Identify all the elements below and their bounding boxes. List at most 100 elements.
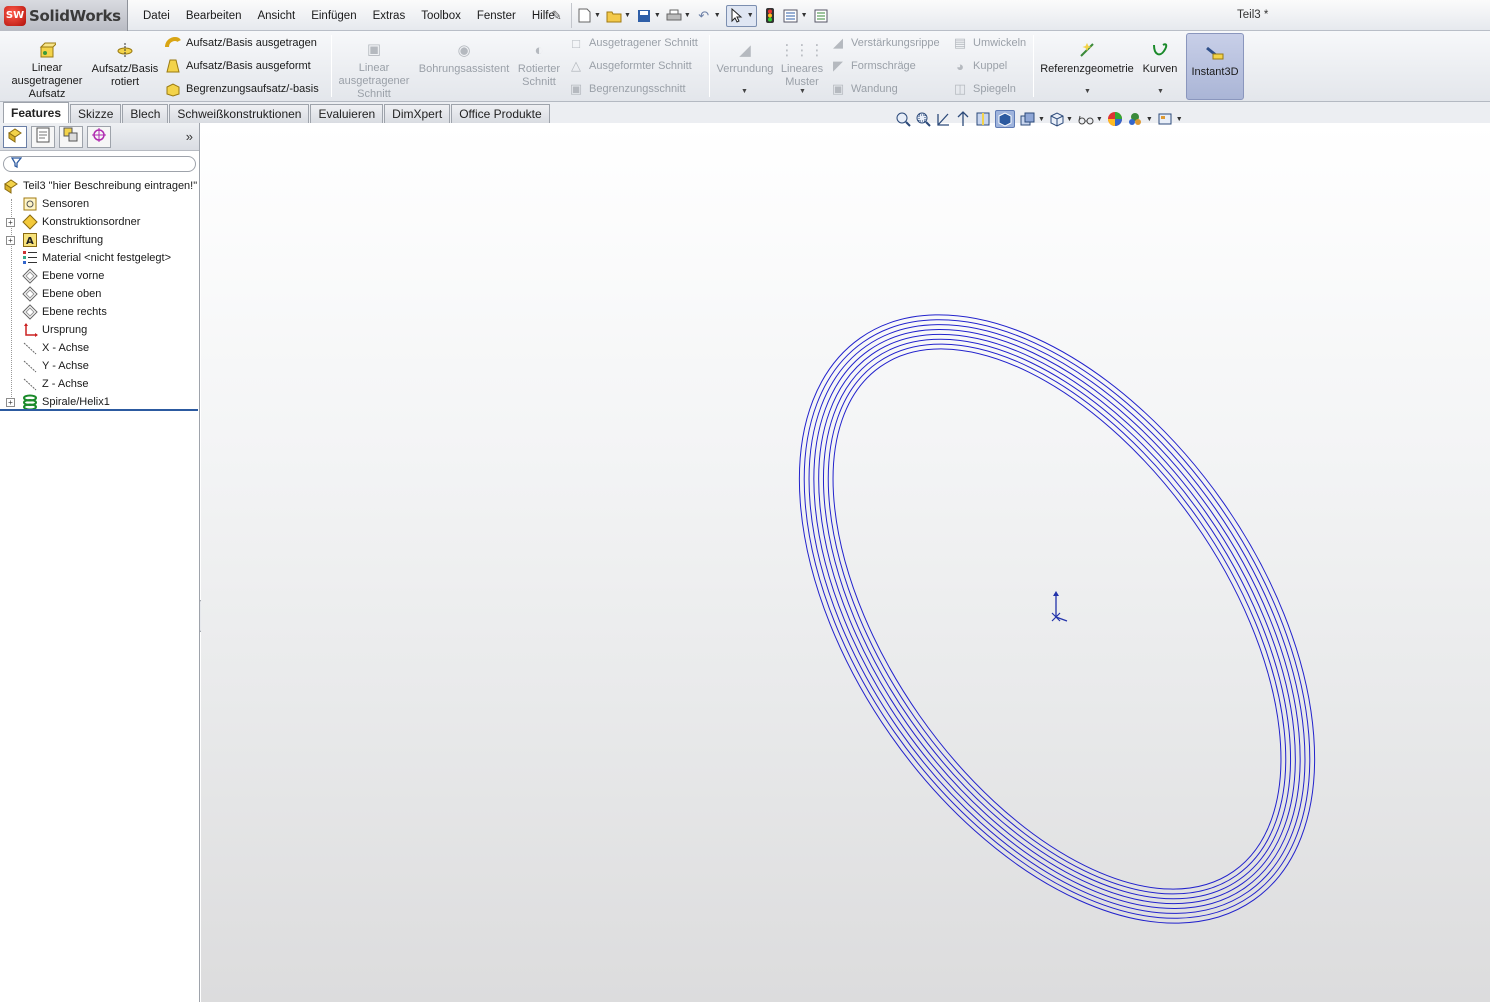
boundary-boss-button[interactable]: Begrenzungsaufsatz/-basis [165, 80, 319, 98]
reference-geometry-icon [1078, 39, 1096, 61]
rebuild-button[interactable] [762, 5, 778, 27]
solidworks-logo[interactable]: SW SolidWorks [0, 0, 128, 31]
helix-turn[interactable] [694, 222, 1420, 1002]
mirror-label: Spiegeln [973, 83, 1016, 95]
dome-button[interactable]: ◕ Kuppel [952, 57, 1007, 75]
menu-bearbeiten[interactable]: Bearbeiten [178, 10, 250, 22]
select-button[interactable]: ▼ [725, 4, 757, 27]
tree-item-y-achse[interactable]: Y - Achse [0, 357, 199, 375]
expand-panel-icon[interactable]: » [186, 129, 193, 144]
view-setup-icon[interactable]: ▼ [1157, 111, 1183, 127]
tab-schweisskonstruktionen[interactable]: Schweißkonstruktionen [169, 104, 310, 123]
open-button[interactable]: ▼ [606, 5, 631, 27]
wrap-button[interactable]: ▤ Umwickeln [952, 34, 1026, 52]
loft-cut-button[interactable]: △ Ausgeformter Schnitt [568, 57, 692, 75]
menu-einfuegen[interactable]: Einfügen [303, 10, 364, 22]
helix-turn[interactable] [715, 242, 1399, 995]
feature-manager-tab[interactable] [3, 125, 27, 148]
mirror-button[interactable]: ◫ Spiegeln [952, 80, 1016, 98]
origin-triad [1051, 591, 1068, 622]
section-view-icon[interactable] [955, 111, 971, 127]
options-button[interactable]: ▼ [783, 5, 808, 27]
extrude-cut-button[interactable]: ▣ Linear ausgetragener Schnitt [336, 31, 412, 101]
expand-plus-icon[interactable]: + [6, 217, 15, 227]
expand-plus-icon[interactable]: + [6, 235, 15, 245]
revolve-cut-button[interactable]: ◐ Rotierter Schnitt [514, 31, 564, 101]
extrude-boss-button[interactable]: Linear ausgetragener Aufsatz [6, 31, 88, 101]
tree-item-ebene-oben[interactable]: Ebene oben [0, 285, 199, 303]
tab-evaluieren[interactable]: Evaluieren [310, 104, 384, 123]
linear-pattern-icon: ⋮⋮⋮ [779, 41, 825, 59]
tab-features[interactable]: Features [3, 102, 70, 123]
display-style-icon[interactable]: ▼ [1019, 111, 1045, 127]
tree-root-part[interactable]: Teil3 "hier Beschreibung eintragen!" [0, 177, 199, 195]
instant3d-button[interactable]: Instant3D [1186, 33, 1244, 100]
sweep-boss-button[interactable]: Aufsatz/Basis ausgetragen [165, 34, 317, 52]
tab-blech[interactable]: Blech [122, 104, 169, 123]
hide-show-items-icon[interactable]: ▼ [1049, 111, 1073, 127]
wrap-label: Umwickeln [973, 37, 1027, 49]
origin-icon [22, 322, 38, 338]
revolve-boss-icon [116, 39, 134, 61]
tree-item-material[interactable]: Material <nicht festgelegt> [0, 249, 199, 267]
tab-skizze[interactable]: Skizze [70, 104, 122, 123]
tree-filter-field[interactable] [3, 156, 196, 172]
tree-item-beschriftung[interactable]: + A Beschriftung [0, 231, 199, 249]
property-manager-tab[interactable] [31, 125, 55, 148]
shell-button[interactable]: ▣ Wandung [830, 80, 898, 98]
tree-item-x-achse[interactable]: X - Achse [0, 339, 199, 357]
undo-button[interactable]: ↶ ▼ [696, 5, 720, 27]
menu-datei[interactable]: Datei [135, 10, 178, 22]
menu-extras[interactable]: Extras [365, 10, 414, 22]
new-document-button[interactable]: ▼ [576, 5, 601, 27]
sweep-cut-button[interactable]: □ Ausgetragener Schnitt [568, 34, 698, 52]
tab-office-produkte[interactable]: Office Produkte [451, 104, 550, 123]
fillet-dropdown-icon[interactable]: ▼ [741, 88, 748, 95]
revolve-boss-button[interactable]: Aufsatz/Basis rotiert [90, 31, 160, 101]
command-separator [331, 35, 332, 97]
pattern-dropdown-icon[interactable]: ▼ [799, 88, 806, 95]
configuration-icon [63, 127, 79, 146]
view-settings-glasses-icon[interactable]: ▼ [1077, 111, 1103, 127]
tree-item-label: Spirale/Helix1 [42, 396, 110, 408]
zoom-to-area-icon[interactable] [915, 111, 931, 127]
tree-item-z-achse[interactable]: Z - Achse [0, 375, 199, 393]
options-list-icon [783, 8, 799, 24]
draft-button[interactable]: ◤ Formschräge [830, 57, 916, 75]
tree-item-ebene-rechts[interactable]: Ebene rechts [0, 303, 199, 321]
tree-item-konstruktionsordner[interactable]: + Konstruktionsordner [0, 213, 199, 231]
dimxpert-manager-tab[interactable] [87, 125, 111, 148]
tree-item-ebene-vorne[interactable]: Ebene vorne [0, 267, 199, 285]
menu-fenster[interactable]: Fenster [469, 10, 524, 22]
tree-item-ursprung[interactable]: Ursprung [0, 321, 199, 339]
zoom-to-fit-icon[interactable] [895, 111, 911, 127]
fillet-icon: ◢ [739, 41, 751, 59]
revolve-cut-icon: ◐ [534, 41, 544, 59]
previous-view-icon[interactable] [935, 111, 951, 127]
apply-scene-icon[interactable]: ▼ [1127, 111, 1153, 127]
configuration-manager-tab[interactable] [59, 125, 83, 148]
graphics-area[interactable] [201, 123, 1490, 1002]
menu-toolbox[interactable]: Toolbox [413, 10, 469, 22]
properties-button[interactable] [813, 5, 829, 27]
hole-wizard-button[interactable]: ◉ Bohrungsassistent [416, 31, 512, 101]
print-button[interactable]: ▼ [666, 5, 691, 27]
pin-menu-icon[interactable]: ✎ [551, 8, 562, 24]
expand-plus-icon[interactable]: + [6, 397, 15, 407]
edit-appearance-icon[interactable] [1107, 111, 1123, 127]
dynamic-annotation-icon[interactable] [975, 111, 991, 127]
curves-dropdown-icon[interactable]: ▼ [1157, 88, 1164, 95]
rollback-bar[interactable] [0, 409, 198, 411]
view-orientation-icon[interactable] [995, 110, 1015, 128]
tree-item-sensoren[interactable]: Sensoren [0, 195, 199, 213]
feature-manager-panel: » Teil3 "hier Beschreibung eintragen!" S… [0, 123, 200, 1002]
loft-boss-button[interactable]: Aufsatz/Basis ausgeformt [165, 57, 311, 75]
ref-geometry-dropdown-icon[interactable]: ▼ [1084, 88, 1091, 95]
helix-curve-drawing[interactable] [201, 123, 1490, 1002]
save-button[interactable]: ▼ [636, 5, 661, 27]
boundary-cut-button[interactable]: ▣ Begrenzungsschnitt [568, 80, 686, 98]
tab-dimxpert[interactable]: DimXpert [384, 104, 451, 123]
rib-button[interactable]: ◢ Verstärkungsrippe [830, 34, 940, 52]
helix-turn[interactable] [736, 263, 1378, 974]
menu-ansicht[interactable]: Ansicht [249, 10, 303, 22]
